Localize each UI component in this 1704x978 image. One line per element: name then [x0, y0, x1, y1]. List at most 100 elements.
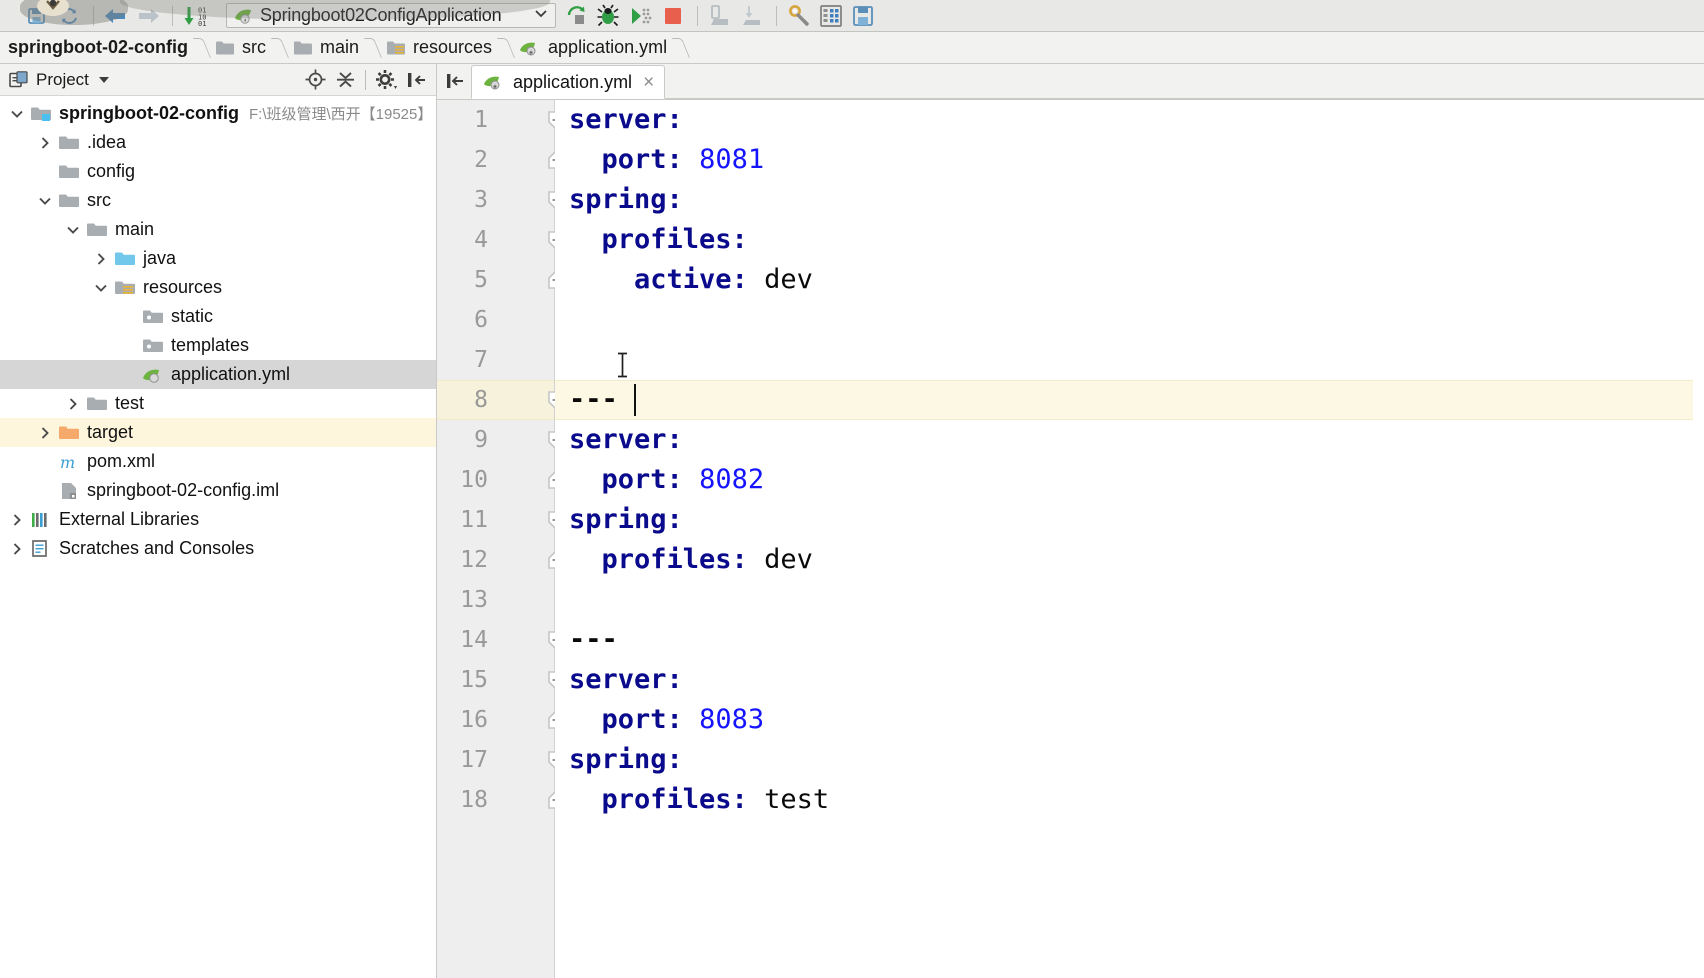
resources-folder-icon: [112, 277, 138, 298]
toolbar-divider: [93, 5, 94, 26]
code-line: server:: [569, 660, 683, 700]
chevron-right-icon[interactable]: [34, 128, 56, 157]
chevron-down-icon[interactable]: [6, 99, 28, 128]
spring-yml-icon: ◈: [483, 72, 505, 92]
libraries-icon: [28, 509, 54, 530]
chevron-down-icon[interactable]: [34, 186, 56, 215]
tree-node-label: External Libraries: [59, 509, 200, 529]
tree-node-label: templates: [171, 335, 250, 355]
code-token: profiles:: [601, 224, 748, 255]
settings-wrench-icon[interactable]: [784, 3, 814, 29]
chevron-down-icon[interactable]: [533, 5, 549, 26]
line-number: 15: [460, 667, 488, 693]
folder-icon: [293, 39, 313, 56]
tree-node-src[interactable]: src: [0, 186, 436, 215]
breadcrumb: springboot-02-config src main resources: [0, 32, 1704, 64]
tree-node-resources[interactable]: resources: [0, 273, 436, 302]
tree-node-test[interactable]: test: [0, 389, 436, 418]
sync-icon[interactable]: [54, 3, 84, 29]
breadcrumb-item-project[interactable]: springboot-02-config: [4, 32, 195, 64]
tree-node-java[interactable]: java: [0, 244, 436, 273]
chevron-right-icon[interactable]: [62, 389, 84, 418]
breadcrumb-item-src[interactable]: src: [209, 32, 273, 64]
editor-tab-bar: ◈ application.yml ×: [437, 64, 1704, 100]
tree-node-main[interactable]: main: [0, 215, 436, 244]
breadcrumb-item-file[interactable]: ◈ application.yml: [513, 32, 674, 64]
line-number: 12: [460, 547, 488, 573]
code-token: spring:: [569, 744, 683, 775]
breadcrumb-label: main: [319, 37, 359, 57]
back-arrow-icon[interactable]: [101, 3, 131, 29]
rerun-icon[interactable]: [737, 3, 767, 29]
code-token: 8081: [699, 144, 765, 175]
breadcrumb-label: application.yml: [548, 37, 668, 57]
code-token: port:: [601, 144, 683, 175]
editor-scrollbar[interactable]: [1693, 100, 1704, 978]
project-tree[interactable]: springboot-02-config F:\班级管理\西开【19525】 .id…: [0, 96, 436, 978]
tree-node-label: config: [87, 161, 136, 181]
chevron-right-icon[interactable]: [6, 505, 28, 534]
chevron-right-icon[interactable]: [90, 244, 112, 273]
tree-node-label: java: [143, 248, 177, 268]
close-icon[interactable]: ×: [641, 73, 656, 92]
gear-icon[interactable]: [372, 67, 400, 93]
tree-node-pom-xml[interactable]: m pom.xml: [0, 447, 436, 476]
breadcrumb-separator: [366, 32, 380, 64]
spring-boot-icon: ◖: [232, 5, 254, 27]
project-structure-icon[interactable]: [816, 3, 846, 29]
tree-twisty-placeholder: [34, 447, 56, 476]
code-text-area[interactable]: server: port: 8081 spring: profiles: acti…: [555, 100, 1704, 978]
tab-bar-filler: [665, 63, 1704, 99]
folder-icon: [84, 393, 110, 414]
scroll-from-source-icon[interactable]: [301, 67, 329, 93]
chevron-down-icon[interactable]: [62, 215, 84, 244]
code-line: profiles: test: [569, 780, 830, 820]
collapse-all-icon[interactable]: [331, 67, 359, 93]
tree-node-idea[interactable]: .idea: [0, 128, 436, 157]
code-editor[interactable]: 1 2 3 4 5 6 7 8 9 10 11 12 13 14 15 16 17 18 server: port…: [437, 100, 1704, 978]
code-token: test: [764, 784, 830, 815]
code-line: profiles:: [569, 220, 748, 260]
forward-arrow-icon[interactable]: [133, 3, 163, 29]
tree-node-config[interactable]: config: [0, 157, 436, 186]
breadcrumb-label: springboot-02-config: [8, 37, 188, 57]
run-coverage-icon[interactable]: [626, 3, 656, 29]
breadcrumb-item-resources[interactable]: resources: [380, 32, 499, 64]
tree-node-application-yml[interactable]: application.yml: [0, 360, 436, 389]
run-icon[interactable]: [562, 3, 592, 29]
stop-icon[interactable]: [658, 3, 688, 29]
folder-icon: [56, 161, 82, 182]
debug-icon[interactable]: [594, 3, 624, 29]
tree-node-scratches-and-consoles[interactable]: Scratches and Consoles: [0, 534, 436, 563]
chevron-down-icon[interactable]: [90, 273, 112, 302]
run-configuration-selector[interactable]: ◖ Springboot02ConfigApplication: [226, 3, 556, 28]
tree-node-target[interactable]: target: [0, 418, 436, 447]
breadcrumb-item-main[interactable]: main: [287, 32, 366, 64]
line-number: 5: [474, 267, 488, 293]
tree-node-external-libraries[interactable]: External Libraries: [0, 505, 436, 534]
save-all-icon[interactable]: [22, 3, 52, 29]
code-line: port: 8082: [569, 460, 765, 500]
tree-node-springboot-02-config[interactable]: springboot-02-config F:\班级管理\西开【19525】: [0, 99, 436, 128]
save-icon[interactable]: [848, 3, 878, 29]
svg-text:m: m: [60, 453, 75, 472]
tree-node-springboot-02-config-iml[interactable]: springboot-02-config.iml: [0, 476, 436, 505]
tree-node-static[interactable]: static: [0, 302, 436, 331]
editor-tab-application-yml[interactable]: ◈ application.yml ×: [471, 65, 666, 99]
svg-text:01: 01: [198, 20, 206, 28]
hide-panel-icon[interactable]: [402, 67, 430, 93]
chevron-right-icon[interactable]: [34, 418, 56, 447]
update-app-icon[interactable]: [705, 3, 735, 29]
tree-node-label: pom.xml: [87, 451, 156, 471]
hide-tabs-icon[interactable]: [439, 63, 469, 99]
compile-icon[interactable]: 01 10 01: [180, 3, 222, 29]
tree-node-label: application.yml: [171, 364, 291, 384]
editor-area: ◈ application.yml × 1 2 3 4 5 6 7 8 9 10 11 12 13 14 1…: [437, 64, 1704, 978]
chevron-down-icon[interactable]: [98, 76, 109, 83]
chevron-right-icon[interactable]: [6, 534, 28, 563]
tree-node-templates[interactable]: templates: [0, 331, 436, 360]
editor-gutter[interactable]: 1 2 3 4 5 6 7 8 9 10 11 12 13 14 15 16 17 18: [437, 100, 564, 978]
